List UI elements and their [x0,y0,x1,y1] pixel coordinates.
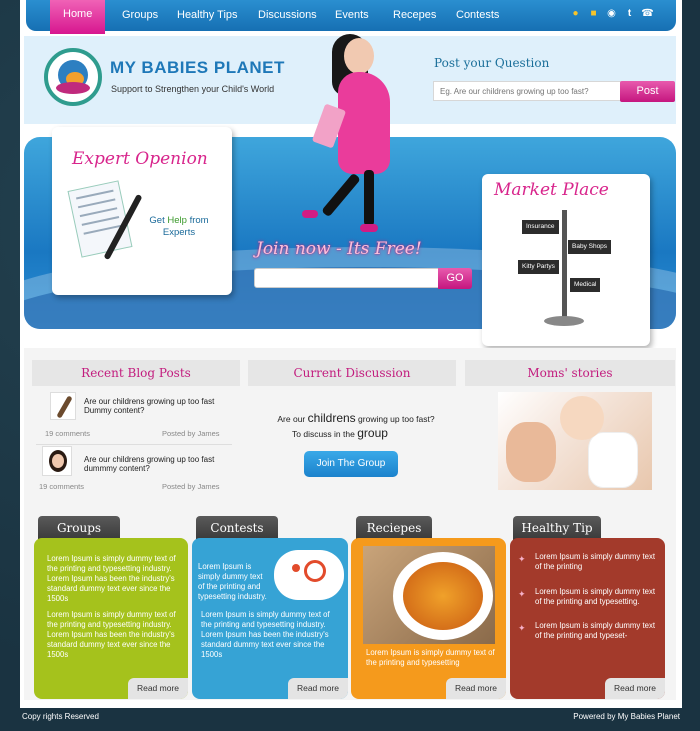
contests-tab[interactable]: Contests [196,516,278,540]
footer-powered-by: Powered by My Babies Planet [573,712,680,721]
star-icon: ✦ [518,554,526,564]
blog-post-title[interactable]: Are our childrens growing up too fast Du… [84,397,224,415]
join-now-title: Join now - Its Free! [256,239,422,259]
nav-recepes[interactable]: Recepes [393,0,436,31]
contests-text-1: Lorem Ipsum is simply dummy text of the … [198,562,267,601]
footer-copyright: Copy rights Reserved [22,712,99,721]
nav-healthy-tips[interactable]: Healthy Tips [177,0,238,31]
logo-icon[interactable] [44,48,102,106]
nav-events[interactable]: Events [335,0,369,31]
recipe-food-photo[interactable] [363,546,495,644]
healthy-tip-tab[interactable]: Healthy Tip [513,516,601,540]
expert-opinion-card[interactable]: Expert Openion Get Help from Experts [52,127,232,295]
star-icon: ✦ [518,623,526,633]
expert-help-text: Get Help from Experts [149,215,209,238]
recipes-text: Lorem Ipsum is simply dummy text of the … [366,648,495,667]
recipes-tab[interactable]: Reciepes [356,516,432,540]
healthy-tip-item: Lorem Ipsum is simply dummy text of the … [535,552,656,571]
join-the-group-button[interactable]: Join The Group [304,451,398,477]
blog-post-comments[interactable]: 19 comments [39,482,84,491]
sign-insurance[interactable]: Insurance [522,220,559,234]
twitter-icon[interactable]: t [623,7,636,20]
phone-icon[interactable]: ☎ [641,7,654,20]
join-input[interactable] [254,268,440,288]
nav-contests[interactable]: Contests [456,0,499,31]
blog-post-author: Posted by James [162,482,220,491]
healthy-tip-item: Lorem Ipsum is simply dummy text of the … [535,587,656,606]
signpost-icon [562,210,567,322]
expert-opinion-title: Expert Openion [72,149,208,169]
healthy-tip-item: Lorem Ipsum is simply dummy text of the … [535,621,656,640]
quill-icon [50,392,76,420]
groups-read-more-button[interactable]: Read more [128,678,188,699]
top-navigation: Home Groups Healthy Tips Discussions Eve… [26,0,676,34]
groups-tab[interactable]: Groups [38,516,120,540]
contests-text-2: Lorem Ipsum is simply dummy text of the … [201,610,330,659]
nav-home[interactable]: Home [50,0,106,34]
contests-read-more-button[interactable]: Read more [288,678,348,699]
nav-groups[interactable]: Groups [122,0,158,31]
recent-blog-posts-heading: Recent Blog Posts [32,360,240,386]
sign-kitty-partys[interactable]: Kitty Partys [518,260,559,274]
location-icon[interactable]: ● [569,7,582,20]
sign-baby-shops[interactable]: Baby Shops [568,240,612,254]
healthy-read-more-button[interactable]: Read more [605,678,665,699]
groups-card: Lorem Ipsum is simply dummy text of the … [34,538,188,699]
recipes-card: Lorem Ipsum is simply dummy text of the … [351,538,506,699]
user-icon[interactable]: ◉ [605,7,618,20]
darts-icon [274,550,344,600]
star-icon: ✦ [518,589,526,599]
lock-icon[interactable]: ■ [587,7,600,20]
contests-card: Lorem Ipsum is simply dummy text of the … [192,538,348,699]
go-button[interactable]: GO [438,268,472,289]
mother-and-baby-photo[interactable] [498,392,652,490]
nav-discussions[interactable]: Discussions [258,0,317,31]
question-title: Post your Question [434,56,550,70]
discussion-question: Are our childrens growing up too fast? [277,411,435,425]
recipes-read-more-button[interactable]: Read more [446,678,506,699]
groups-text-2: Lorem Ipsum is simply dummy text of the … [47,610,176,659]
author-avatar [42,446,72,476]
blog-post-author: Posted by James [162,429,220,438]
blog-post-comments[interactable]: 19 comments [45,429,90,438]
logo-subtitle: Support to Strengthen your Child's World [111,84,275,94]
discussion-subtext: To discuss in the group [292,426,388,440]
logo-title[interactable]: MY BABIES PLANET [110,58,285,78]
market-place-card[interactable]: Market Place Insurance Baby Shops Kitty … [482,174,650,346]
post-button[interactable]: Post [620,81,675,102]
current-discussion-heading: Current Discussion [248,360,456,386]
moms-stories-heading: Moms' stories [465,360,675,386]
market-place-title: Market Place [494,180,609,200]
sign-medical[interactable]: Medical [570,278,601,292]
blog-post-title[interactable]: Are our childrens growing up too fast du… [84,455,224,473]
groups-text-1: Lorem Ipsum is simply dummy text of the … [47,554,176,603]
healthy-tip-card: ✦ Lorem Ipsum is simply dummy text of th… [510,538,665,699]
question-input[interactable] [433,81,621,101]
